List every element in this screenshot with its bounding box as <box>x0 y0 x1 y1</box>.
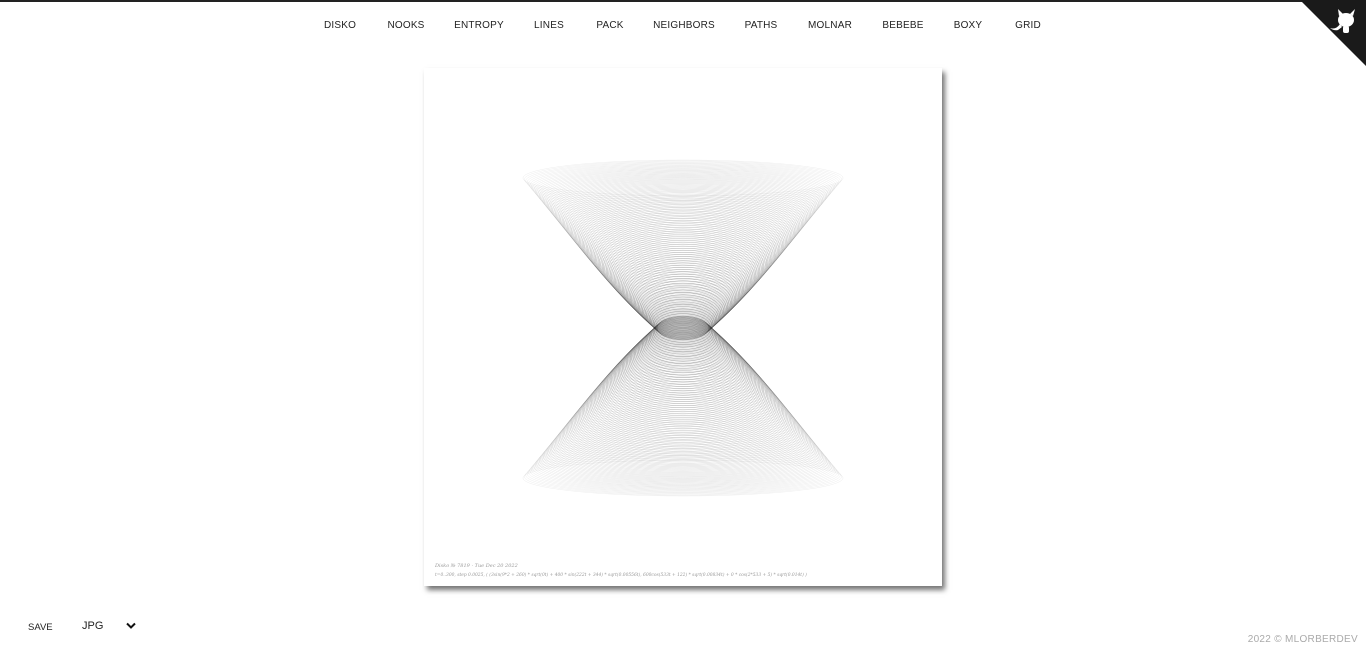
nav-item-disko[interactable]: DISKO <box>324 20 356 31</box>
nav-item-lines[interactable]: LINES <box>534 20 564 31</box>
artwork-ellipse <box>587 208 779 292</box>
chevron-down-icon <box>126 622 136 629</box>
artwork-ellipse <box>572 382 794 463</box>
artwork-caption-formula: t=0..300, step 0.0025, ( (3sin(9*2 + 260… <box>435 573 807 578</box>
artwork-ellipse <box>548 174 818 239</box>
artwork-ellipse <box>592 215 774 297</box>
artwork-ellipse <box>544 172 822 232</box>
nav-item-entropy[interactable]: ENTROPY <box>454 20 504 31</box>
artwork-ellipse <box>548 417 818 482</box>
nav-item-neighbors[interactable]: NEIGHBORS <box>653 20 715 31</box>
artwork-ellipse <box>572 193 794 274</box>
artwork-ellipse <box>528 450 838 494</box>
artwork-ellipse <box>544 424 822 484</box>
generative-artwork <box>522 159 844 497</box>
artwork-ellipse <box>545 422 821 483</box>
artwork-canvas: Disko № 7819 · Tue Dec 20 2022 t=0..300,… <box>424 68 942 586</box>
save-button[interactable]: SAVE <box>28 622 53 633</box>
artwork-ellipse <box>587 364 779 448</box>
nav-item-boxy[interactable]: BOXY <box>954 20 983 31</box>
format-select[interactable]: JPG <box>82 620 142 636</box>
artwork-ellipse <box>536 167 830 219</box>
artwork-ellipse <box>545 173 821 234</box>
nav-item-molnar[interactable]: MOLNAR <box>808 20 852 31</box>
artwork-ellipse <box>536 437 830 489</box>
artwork-caption-title: Disko № 7819 · Tue Dec 20 2022 <box>435 563 518 569</box>
github-octocat-icon <box>1300 0 1366 66</box>
nav-item-nooks[interactable]: NOOKS <box>387 20 424 31</box>
top-nav: DISKO NOOKS ENTROPY LINES PACK NEIGHBORS… <box>0 20 1366 38</box>
nav-item-grid[interactable]: GRID <box>1015 20 1041 31</box>
github-corner-link[interactable] <box>1300 0 1366 66</box>
nav-item-paths[interactable]: PATHS <box>745 20 778 31</box>
nav-item-pack[interactable]: PACK <box>596 20 623 31</box>
artwork-ellipse <box>592 359 774 441</box>
format-select-value: JPG <box>82 620 104 632</box>
nav-item-bebebe[interactable]: BEBEBE <box>882 20 923 31</box>
artwork-ellipse <box>528 162 838 206</box>
footer-credit: 2022 © MLORBERDEV <box>1247 634 1358 645</box>
